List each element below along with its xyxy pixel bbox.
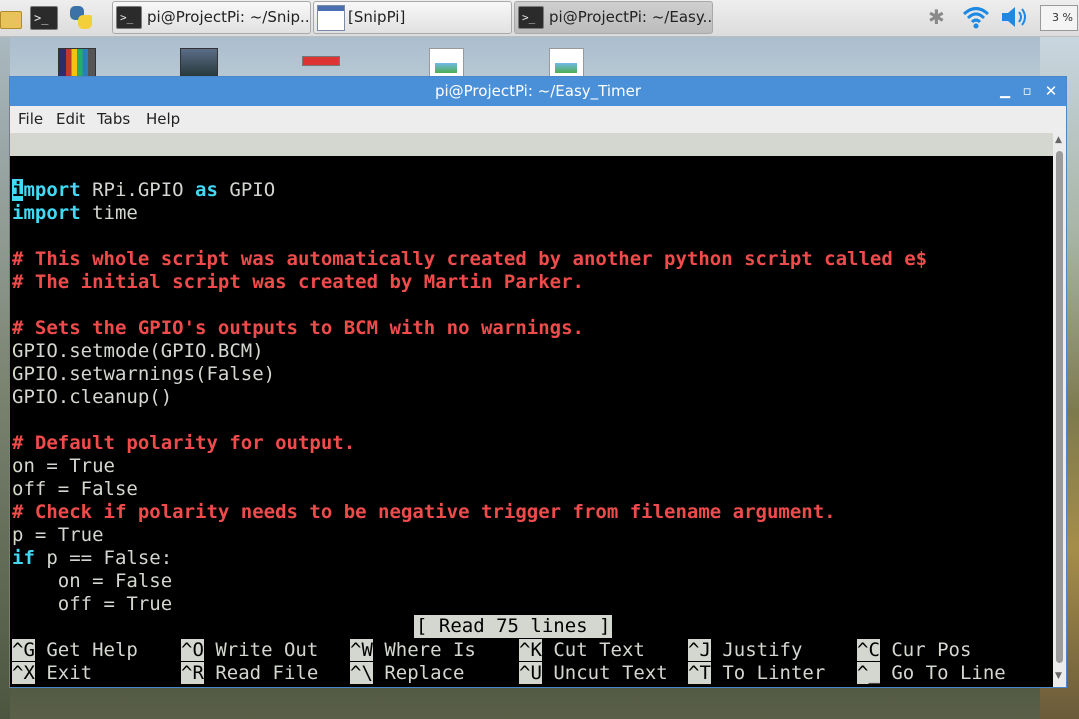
nano-header: GNU nano 2.7.4 File: example.py xyxy=(10,133,1053,201)
code-line: p = True xyxy=(12,524,104,546)
shortcut-exit[interactable]: ^X Exit xyxy=(12,662,92,685)
wifi-icon[interactable] xyxy=(962,5,990,34)
shortcut-to-linter[interactable]: ^T To Linter xyxy=(688,662,825,685)
shortcut-justify[interactable]: ^J Justify xyxy=(688,639,802,662)
scroll-up-icon[interactable]: ▲ xyxy=(1055,135,1062,145)
nano-status-message: [ Read 75 lines ] xyxy=(414,615,613,638)
scroll-down-icon[interactable]: ▼ xyxy=(1055,671,1062,681)
shortcut-cut-text[interactable]: ^K Cut Text xyxy=(519,639,645,662)
code-line: if p == False: xyxy=(12,547,173,569)
code-line: # Check if polarity needs to be negative… xyxy=(12,501,836,523)
close-button[interactable]: ✕ xyxy=(1040,77,1062,106)
shortcut-write-out[interactable]: ^O Write Out xyxy=(181,639,318,662)
code-line: GPIO.setwarnings(False) xyxy=(12,363,276,385)
nano-filename: File: example.py xyxy=(466,179,650,201)
cpu-monitor[interactable]: 3 % xyxy=(1040,5,1078,31)
shortcut-uncut-text[interactable]: ^U Uncut Text xyxy=(519,662,668,685)
code-line: off = True xyxy=(12,593,173,615)
nano-version: GNU nano 2.7.4 xyxy=(38,156,199,178)
task-snippi[interactable]: [SnipPi] xyxy=(313,1,512,34)
task-terminal-snip[interactable]: >_ pi@ProjectPi: ~/Snip... xyxy=(112,1,311,34)
task-label: pi@ProjectPi: ~/Snip... xyxy=(147,8,311,26)
shortcut-replace[interactable]: ^\ Replace xyxy=(350,662,464,685)
menu-file[interactable]: File xyxy=(18,110,43,128)
code-line: # The initial script was created by Mart… xyxy=(12,271,584,293)
code-line: GPIO.setmode(GPIO.BCM) xyxy=(12,340,264,362)
shortcut-cur-pos[interactable]: ^C Cur Pos xyxy=(857,639,971,662)
volume-icon[interactable] xyxy=(1000,5,1030,34)
code-line: import RPi.GPIO as GPIO xyxy=(12,179,276,201)
task-label: pi@ProjectPi: ~/Easy... xyxy=(549,8,713,26)
text-cursor: i xyxy=(12,179,24,201)
code-line: off = False xyxy=(12,478,138,500)
window-titlebar[interactable]: pi@ProjectPi: ~/Easy_Timer ▁ ▫ ✕ xyxy=(10,77,1066,106)
scrollbar-thumb[interactable] xyxy=(1056,151,1063,663)
code-line: import time xyxy=(12,202,138,224)
code-line: on = True xyxy=(12,455,115,477)
window-title: pi@ProjectPi: ~/Easy_Timer xyxy=(434,82,642,100)
terminal-icon: >_ xyxy=(518,5,546,30)
menu-edit[interactable]: Edit xyxy=(56,110,85,128)
terminal-icon: >_ xyxy=(116,5,144,30)
shortcut-where-is[interactable]: ^W Where Is xyxy=(350,639,476,662)
code-line: on = False xyxy=(12,570,173,592)
menubar: File Edit Tabs Help xyxy=(10,106,1066,133)
menu-help[interactable]: Help xyxy=(146,110,180,128)
maximize-button[interactable]: ▫ xyxy=(1016,77,1038,106)
python-icon[interactable] xyxy=(68,5,94,31)
menu-tabs[interactable]: Tabs xyxy=(97,110,130,128)
code-line: # Default polarity for output. xyxy=(12,432,356,454)
code-line: # Sets the GPIO's outputs to BCM with no… xyxy=(12,317,584,339)
shortcut-go-to-line[interactable]: ^_ Go To Line xyxy=(857,662,1006,685)
minimize-button[interactable]: ▁ xyxy=(994,77,1016,106)
window-icon xyxy=(317,5,345,31)
top-panel: >_ >_ pi@ProjectPi: ~/Snip... [SnipPi] >… xyxy=(0,0,1079,37)
shortcut-read-file[interactable]: ^R Read File xyxy=(181,662,318,685)
shortcut-get-help[interactable]: ^G Get Help xyxy=(12,639,138,662)
task-label: [SnipPi] xyxy=(348,8,406,26)
task-terminal-easy[interactable]: >_ pi@ProjectPi: ~/Easy... xyxy=(514,1,713,34)
terminal-screen[interactable]: GNU nano 2.7.4 File: example.py import R… xyxy=(10,133,1053,687)
bluetooth-icon[interactable]: ✱ xyxy=(928,5,945,29)
terminal-window: pi@ProjectPi: ~/Easy_Timer ▁ ▫ ✕ File Ed… xyxy=(9,76,1067,688)
code-line: # This whole script was automatically cr… xyxy=(12,248,928,270)
folder-icon[interactable] xyxy=(0,5,22,31)
code-line: GPIO.cleanup() xyxy=(12,386,173,408)
desktop-icon-3[interactable] xyxy=(302,56,340,66)
terminal-launcher-icon[interactable]: >_ xyxy=(30,5,58,31)
